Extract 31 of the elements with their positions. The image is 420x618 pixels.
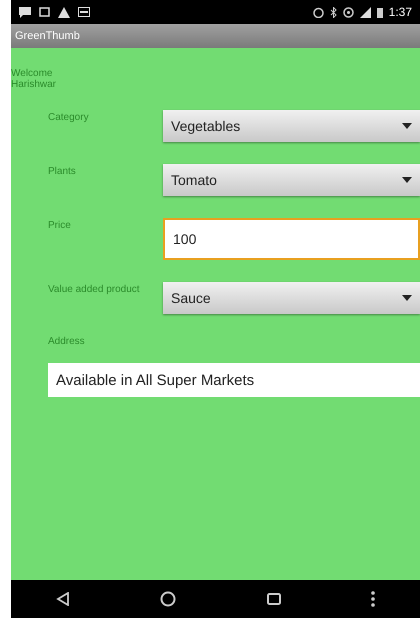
bluetooth-icon	[330, 6, 337, 18]
caret-icon	[402, 295, 412, 301]
more-icon[interactable]	[370, 591, 375, 607]
field-label: Plants	[48, 165, 77, 177]
dropdown-value: Tomato	[171, 170, 217, 190]
welcome-text: Harishwar	[11, 79, 58, 90]
status-time: 1:37	[388, 4, 412, 21]
app-title: GreenThumb	[15, 28, 80, 44]
signal-icon	[360, 6, 371, 18]
dropdown-value: Sauce	[171, 288, 211, 308]
field-label: Category	[48, 111, 90, 123]
field-label: Address	[48, 335, 86, 349]
address-field[interactable]: Available in All Super Markets	[48, 363, 420, 397]
battery-icon	[376, 6, 383, 18]
welcome-text: Welcome	[11, 68, 54, 79]
warning-icon	[58, 6, 70, 18]
recents-icon[interactable]	[266, 592, 281, 606]
dropdown[interactable]: Sauce	[163, 282, 420, 314]
caret-icon	[402, 177, 412, 183]
home-icon[interactable]	[160, 591, 176, 607]
message-icon	[19, 6, 31, 18]
dropdown-value: Vegetables	[171, 116, 240, 136]
dropdown[interactable]: Vegetables	[163, 110, 420, 142]
back-icon[interactable]	[56, 592, 70, 606]
field-label: Value added product	[48, 283, 141, 295]
card-icon	[78, 7, 90, 17]
input-field[interactable]: 100	[163, 218, 420, 260]
field-label: Price	[48, 219, 72, 231]
dropdown[interactable]: Tomato	[163, 164, 420, 196]
screen-icon	[39, 7, 50, 17]
caret-icon	[402, 123, 412, 129]
